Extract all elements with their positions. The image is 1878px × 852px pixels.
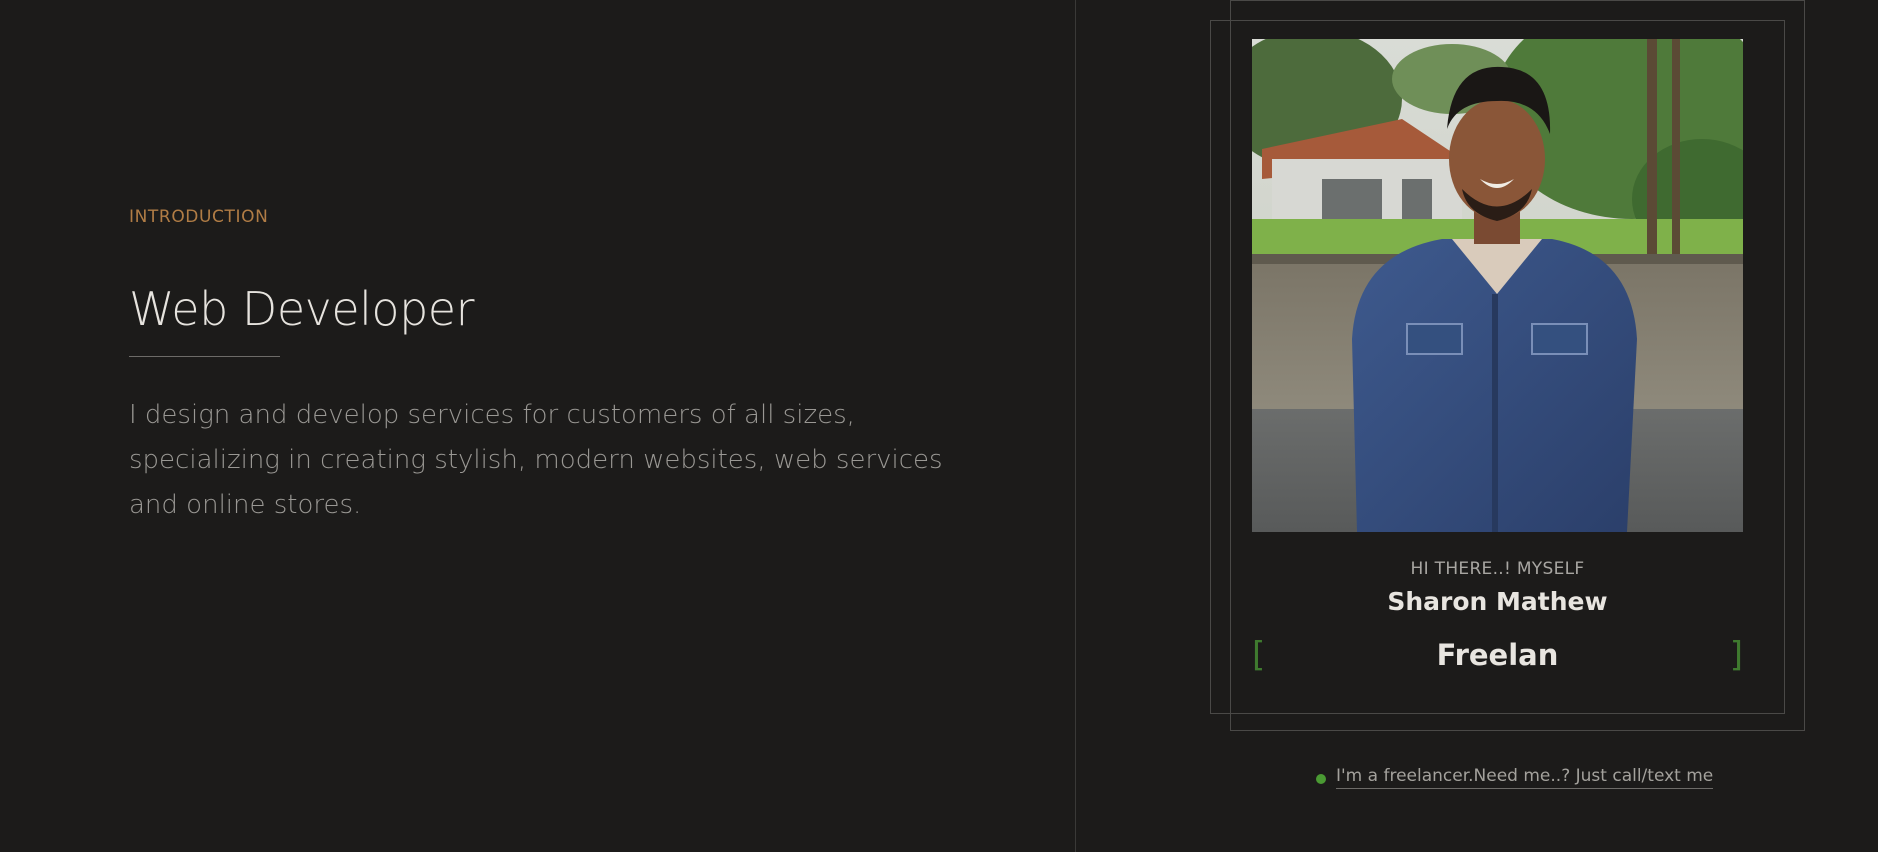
profile-photo: [1252, 39, 1743, 532]
bracket-close: ]: [1729, 635, 1743, 675]
title-underline: [129, 356, 280, 357]
intro-description: I design and develop services for custom…: [129, 400, 943, 520]
page: INTRODUCTION Web Developer I design and …: [0, 0, 1878, 852]
role-row: [ Freelan ]: [1252, 635, 1743, 675]
profile-name: Sharon Mathew: [1387, 587, 1608, 616]
greeting-label: HI THERE..! MYSELF: [1410, 559, 1585, 579]
page-title: Web Developer: [129, 282, 475, 336]
online-dot-icon: [1316, 774, 1326, 784]
profile-role: Freelan: [1436, 638, 1559, 672]
section-eyebrow: INTRODUCTION: [129, 207, 269, 227]
contact-link[interactable]: I'm a freelancer.Need me..? Just call/te…: [1336, 766, 1714, 789]
vertical-divider: [1075, 0, 1076, 852]
